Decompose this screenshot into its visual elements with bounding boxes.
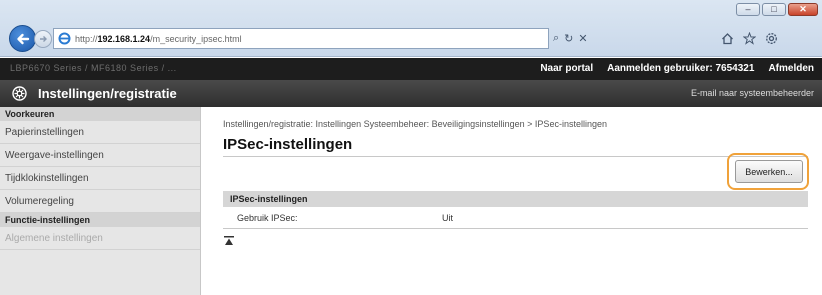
edit-button[interactable]: Bewerken...	[735, 160, 803, 183]
address-bar[interactable]: http://192.168.1.24/m_security_ipsec.htm…	[53, 28, 549, 49]
browser-toolbar-icons	[720, 28, 778, 49]
url-prefix: http://	[75, 33, 98, 44]
close-window-button[interactable]: ✕	[788, 3, 818, 16]
browser-chrome: – □ ✕ http://192.168.1.24/m_security_ips…	[0, 0, 822, 57]
top-links: Naar portal Aanmelden gebruiker: 7654321…	[540, 63, 814, 74]
row-value: Uit	[442, 213, 453, 223]
search-icon[interactable]: ⌕	[553, 32, 559, 45]
back-to-top-icon[interactable]	[223, 235, 235, 247]
arrow-right-icon	[40, 36, 47, 42]
login-info: Aanmelden gebruiker: 7654321	[607, 63, 754, 74]
sidebar-item-display-settings[interactable]: Weergave-instellingen	[0, 144, 200, 167]
settings-gear-icon	[12, 86, 27, 101]
logout-link[interactable]: Afmelden	[768, 63, 814, 74]
login-label: Aanmelden gebruiker:	[607, 63, 713, 74]
page-header: Instellingen/registratie E-mail naar sys…	[0, 80, 822, 107]
address-tools: ⌕ ↻ ✕	[553, 28, 588, 49]
sidebar-item-paper-settings[interactable]: Papierinstellingen	[0, 121, 200, 144]
url-path: /m_security_ipsec.html	[150, 33, 242, 44]
sidebar-section-functions: Functie-instellingen	[0, 213, 200, 227]
mail-admin-link[interactable]: E-mail naar systeembeheerder	[691, 88, 814, 98]
browser-logo-icon	[58, 32, 71, 45]
arrow-left-icon	[16, 33, 29, 44]
minimize-button[interactable]: –	[736, 3, 760, 16]
home-icon[interactable]	[720, 32, 734, 46]
sidebar: Voorkeuren Papierinstellingen Weergave-i…	[0, 107, 201, 295]
stop-icon[interactable]: ✕	[578, 32, 587, 45]
login-user: 7654321	[715, 63, 755, 74]
row-label: Gebruik IPSec:	[237, 213, 298, 223]
title-divider	[223, 156, 808, 157]
favorites-star-icon[interactable]	[742, 32, 756, 46]
header-title: Instellingen/registratie	[38, 86, 177, 101]
main-content: Instellingen/registratie: Instellingen S…	[201, 107, 822, 295]
navigation-row: http://192.168.1.24/m_security_ipsec.htm…	[0, 23, 822, 53]
maximize-button[interactable]: □	[762, 3, 786, 16]
device-name: LBP6670 Series / MF6180 Series / ...	[10, 63, 177, 73]
table-row: Gebruik IPSec: Uit	[223, 207, 808, 229]
back-button[interactable]	[9, 25, 36, 52]
sidebar-section-preferences: Voorkeuren	[0, 107, 200, 121]
device-top-strip: LBP6670 Series / MF6180 Series / ... Naa…	[0, 58, 822, 80]
section-header: IPSec-instellingen	[223, 191, 808, 207]
refresh-icon[interactable]: ↻	[564, 32, 573, 45]
forward-button[interactable]	[34, 30, 52, 48]
sidebar-item-volume-control[interactable]: Volumeregeling	[0, 190, 200, 213]
breadcrumb: Instellingen/registratie: Instellingen S…	[223, 119, 607, 129]
page-title: IPSec-instellingen	[223, 136, 353, 153]
sidebar-item-general-settings[interactable]: Algemene instellingen	[0, 227, 200, 250]
portal-link[interactable]: Naar portal	[540, 63, 593, 74]
window-controls: – □ ✕	[736, 3, 818, 16]
settings-gear-icon[interactable]	[764, 32, 778, 46]
url-host: 192.168.1.24	[97, 33, 151, 44]
sidebar-item-timer-settings[interactable]: Tijdklokinstellingen	[0, 167, 200, 190]
